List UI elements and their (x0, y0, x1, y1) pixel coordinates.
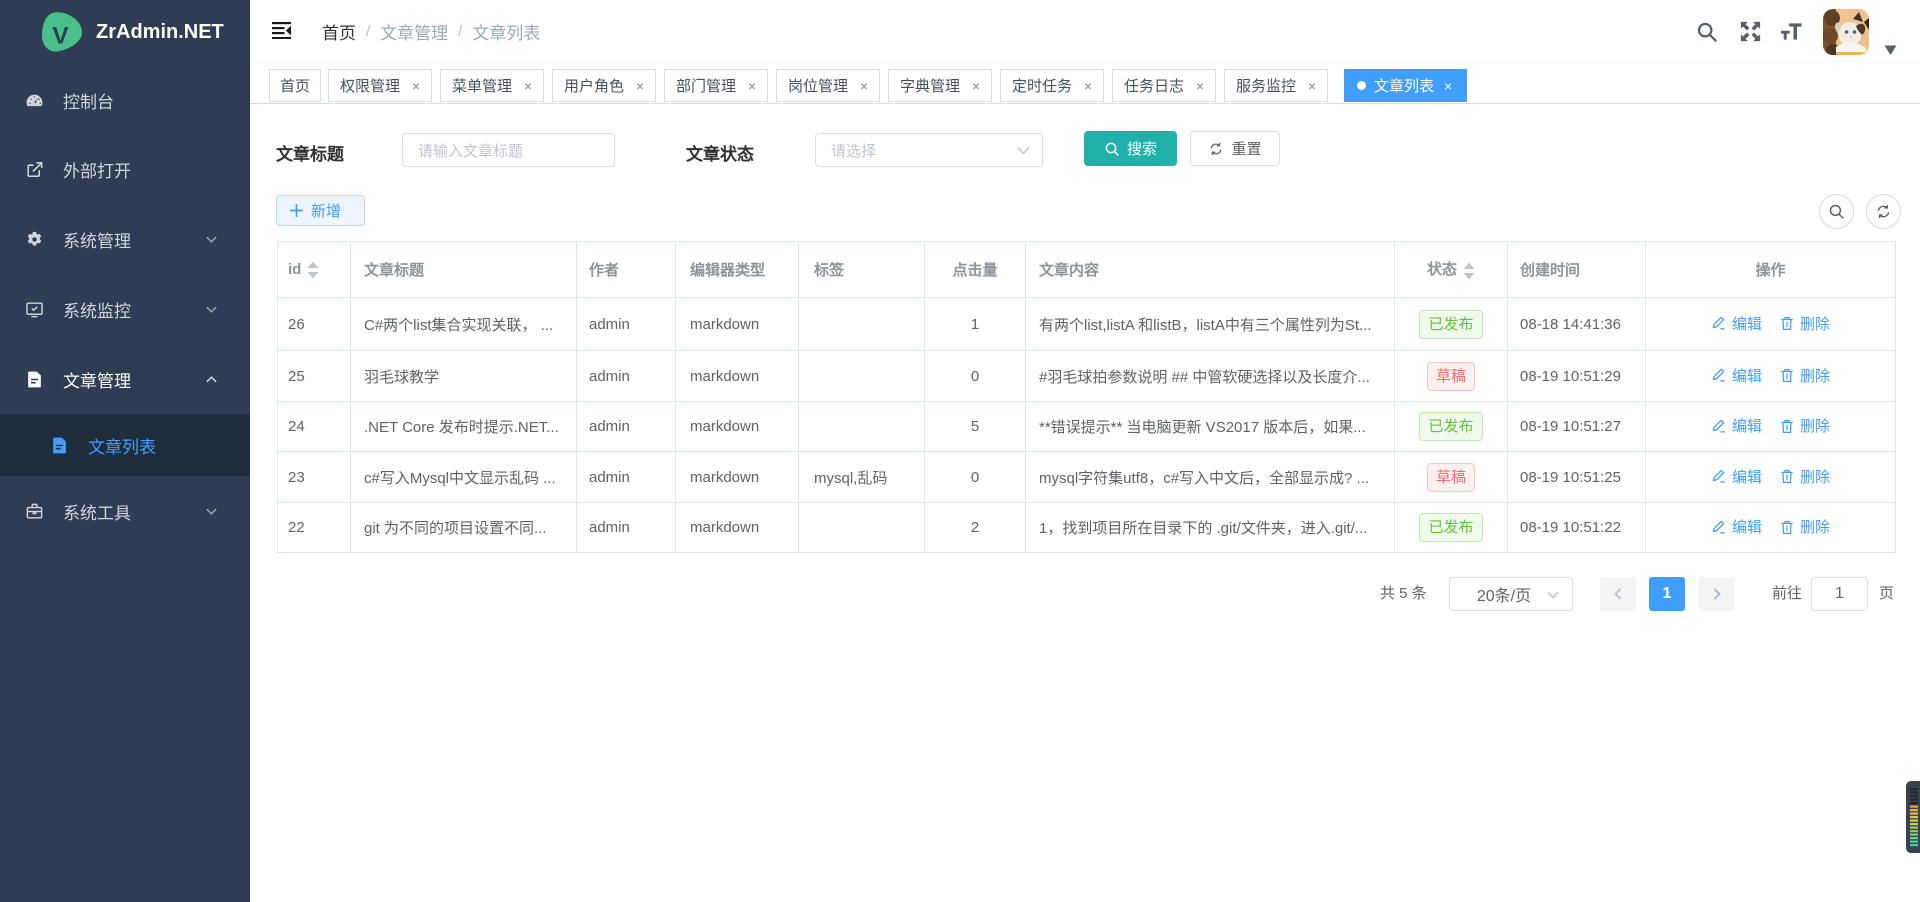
svg-text:V: V (52, 23, 69, 50)
